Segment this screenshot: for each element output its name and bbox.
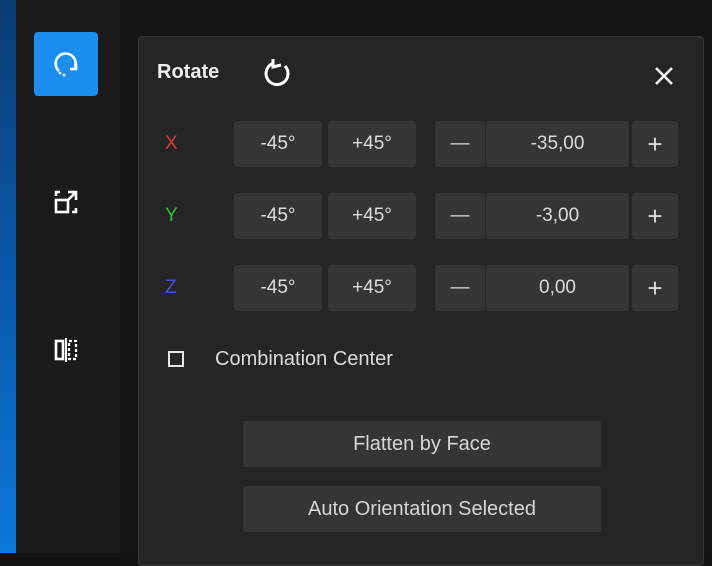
- x-increment-button[interactable]: +: [632, 121, 678, 167]
- z-minus-45-button[interactable]: -45°: [234, 265, 322, 311]
- y-decrement-button[interactable]: —: [435, 193, 485, 239]
- x-value-field[interactable]: -35,00: [486, 121, 629, 167]
- desktop-edge: [0, 0, 16, 553]
- z-plus-45-button[interactable]: +45°: [328, 265, 416, 311]
- combination-center-label: Combination Center: [215, 348, 393, 370]
- x-minus-45-button[interactable]: -45°: [234, 121, 322, 167]
- scale-tool-button[interactable]: [34, 170, 98, 234]
- y-plus-45-button[interactable]: +45°: [328, 193, 416, 239]
- z-decrement-button[interactable]: —: [435, 265, 485, 311]
- mirror-tool-icon: [54, 338, 78, 362]
- rotate-panel: Rotate X -45° +45° — -35,00 + Y -45° +45…: [138, 36, 704, 566]
- rotate-tool-button[interactable]: [34, 32, 98, 96]
- rotate-reset-icon[interactable]: [262, 57, 294, 89]
- y-increment-button[interactable]: +: [632, 193, 678, 239]
- axis-y-label: Y: [165, 205, 178, 226]
- scale-tool-icon: [54, 190, 78, 214]
- tool-sidebar: [16, 0, 120, 553]
- z-value-field[interactable]: 0,00: [486, 265, 629, 311]
- rotate-tool-icon: [54, 52, 78, 77]
- mirror-tool-button[interactable]: [34, 318, 98, 382]
- combination-center-checkbox[interactable]: [168, 351, 184, 367]
- y-value-field[interactable]: -3,00: [486, 193, 629, 239]
- panel-title: Rotate: [157, 61, 220, 83]
- axis-z-label: Z: [165, 277, 177, 298]
- flatten-by-face-button[interactable]: Flatten by Face: [243, 421, 601, 467]
- z-increment-button[interactable]: +: [632, 265, 678, 311]
- close-icon[interactable]: [651, 63, 677, 89]
- x-plus-45-button[interactable]: +45°: [328, 121, 416, 167]
- auto-orientation-selected-button[interactable]: Auto Orientation Selected: [243, 486, 601, 532]
- y-minus-45-button[interactable]: -45°: [234, 193, 322, 239]
- axis-x-label: X: [165, 133, 178, 154]
- x-decrement-button[interactable]: —: [435, 121, 485, 167]
